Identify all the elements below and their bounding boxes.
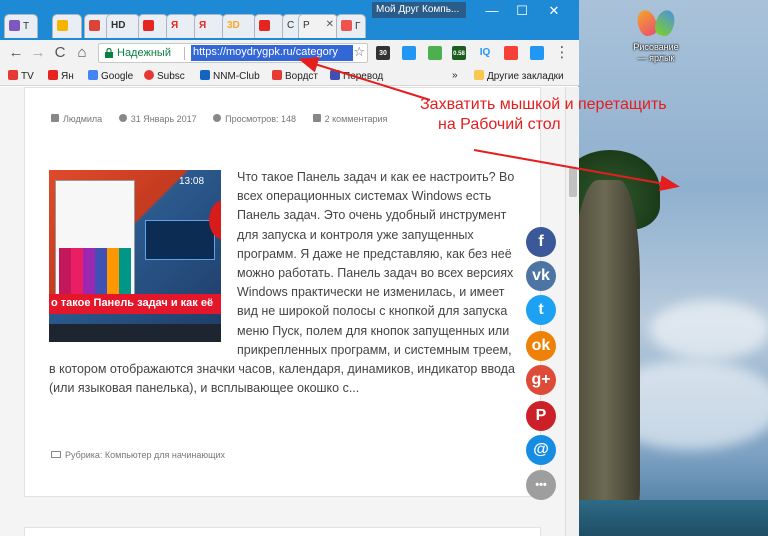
arrow-to-desktop	[473, 149, 680, 192]
arrow-to-url	[298, 57, 431, 101]
annotation-arrows	[298, 57, 680, 192]
